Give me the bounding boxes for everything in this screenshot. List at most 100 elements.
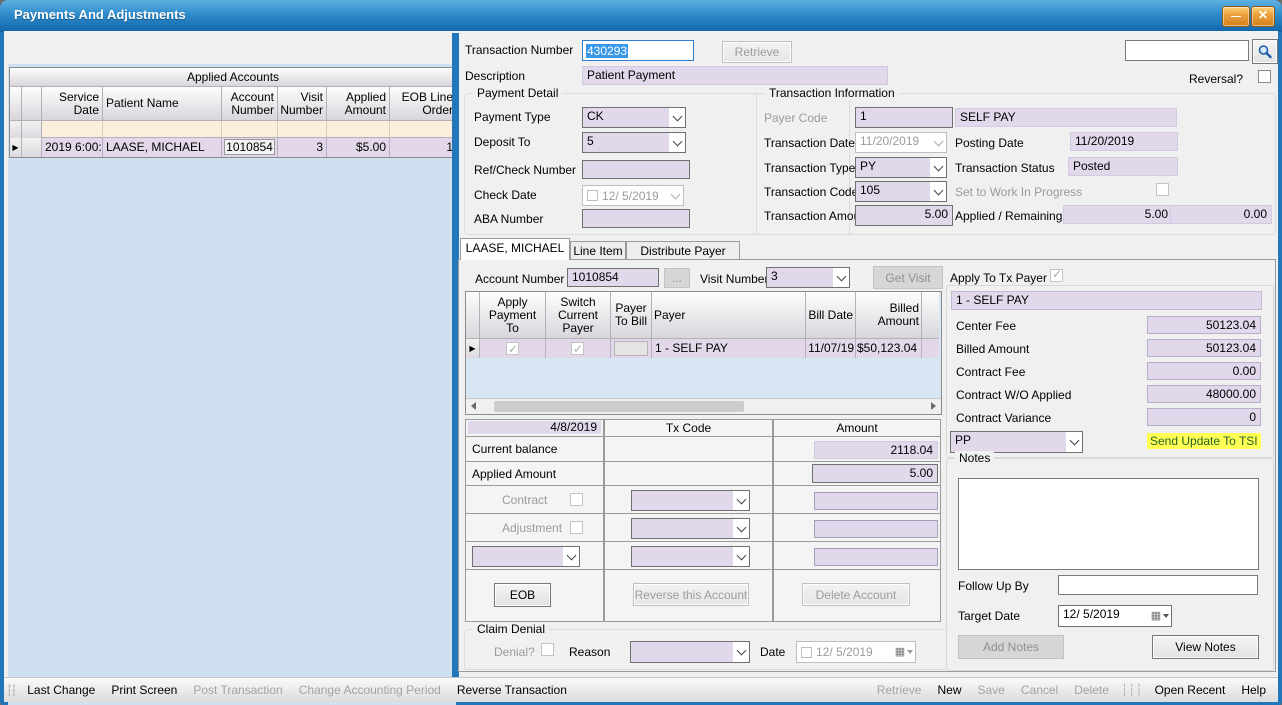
col-account-number[interactable]: Account Number: [222, 87, 278, 121]
close-icon: ✕: [1258, 8, 1268, 22]
adjustment-label: Adjustment: [502, 521, 562, 535]
amount-table-txcode-column: Tx Code Reverse this Account: [604, 419, 773, 622]
target-date-picker[interactable]: 12/ 5/2019 ▦: [1058, 605, 1172, 627]
transaction-amount-field[interactable]: 5.00: [855, 205, 953, 226]
transaction-type-combo[interactable]: PY: [855, 157, 947, 178]
table-row[interactable]: ▶ 2019 6:00:00 LAASE, MICHAEL 1010854 3 …: [10, 138, 456, 157]
status-reverse-transaction[interactable]: Reverse Transaction: [449, 683, 575, 697]
contract-amount-field[interactable]: [814, 492, 938, 510]
col-applied-amount[interactable]: Applied Amount: [327, 87, 390, 121]
contract-txcode-combo[interactable]: [631, 490, 750, 511]
contract-variance-field: 0: [1147, 408, 1261, 426]
search-input[interactable]: [1125, 40, 1249, 61]
adjustment-amount-field[interactable]: [814, 520, 938, 538]
contract-wo-applied-label: Contract W/O Applied: [956, 388, 1071, 402]
applied-amount-field[interactable]: 5.00: [812, 464, 938, 483]
contract-label: Contract: [502, 493, 547, 507]
col-payer-to-bill[interactable]: Payer To Bill: [611, 292, 652, 339]
col-patient-name[interactable]: Patient Name: [103, 87, 222, 121]
payer-code-combo-value: PP: [951, 432, 1066, 452]
adjustment-txcode-combo[interactable]: [631, 518, 750, 539]
status-open-recent[interactable]: Open Recent: [1147, 683, 1234, 697]
ref-check-number-field[interactable]: [582, 160, 690, 179]
status-last-change[interactable]: Last Change: [19, 683, 103, 697]
visit-number-combo[interactable]: 3: [766, 267, 850, 288]
reverse-account-button: Reverse this Account: [633, 583, 749, 606]
chevron-down-icon: [566, 550, 576, 560]
row-selector-icon: ▶: [10, 138, 22, 157]
transaction-code-combo[interactable]: 105: [855, 181, 947, 202]
tab-line-item[interactable]: Line Item: [570, 241, 626, 260]
cell-service-date: 2019 6:00:00: [42, 138, 103, 157]
denial-date-value: 12/ 5/2019: [816, 645, 873, 659]
status-help[interactable]: Help: [1233, 683, 1278, 697]
reversal-label: Reversal?: [1189, 72, 1243, 86]
transaction-date-value: 11/20/2019: [856, 133, 930, 152]
transaction-number-input[interactable]: 430293: [582, 40, 694, 61]
deposit-to-combo[interactable]: 5: [582, 132, 686, 153]
minimize-button[interactable]: —: [1222, 6, 1250, 27]
chevron-down-icon: [933, 136, 943, 146]
transaction-number-value: 430293: [586, 44, 628, 58]
aba-number-label: ABA Number: [474, 212, 543, 226]
status-save: Save: [970, 683, 1013, 697]
view-notes-button[interactable]: View Notes: [1152, 635, 1259, 659]
col-eob-line-order[interactable]: EOB Line Order: [390, 87, 456, 121]
search-button[interactable]: [1252, 39, 1278, 64]
chevron-down-icon: [1163, 614, 1169, 618]
chevron-down-icon: [736, 646, 746, 656]
denial-date-label: Date: [760, 645, 785, 659]
transaction-information-title: Transaction Information: [765, 86, 899, 100]
horizontal-scrollbar[interactable]: [466, 398, 941, 414]
payments-adjustments-window: Payments And Adjustments — ✕ Applied Acc…: [0, 0, 1282, 705]
calendar-icon: ▦: [1151, 611, 1161, 622]
remaining-field: 0.00: [1170, 205, 1272, 224]
description-field[interactable]: Patient Payment: [582, 66, 888, 85]
status-new[interactable]: New: [929, 683, 969, 697]
close-button[interactable]: ✕: [1251, 6, 1275, 27]
chevron-down-icon: [907, 650, 913, 654]
extra-txcode-combo[interactable]: [631, 546, 750, 567]
check-date-picker: 12/ 5/2019: [582, 185, 684, 206]
status-retrieve: Retrieve: [869, 683, 930, 697]
search-icon: [1257, 44, 1273, 60]
minimize-icon: —: [1231, 11, 1241, 22]
eob-button[interactable]: EOB: [494, 583, 551, 607]
filter-row[interactable]: [10, 121, 456, 138]
applied-accounts-panel: Applied Accounts Service Date Patient Na…: [8, 64, 456, 705]
denial-reason-combo[interactable]: [630, 641, 750, 663]
payer-to-bill-cell: [614, 341, 648, 356]
reversal-checkbox[interactable]: [1258, 70, 1271, 83]
status-print-screen[interactable]: Print Screen: [103, 683, 185, 697]
title-bar: Payments And Adjustments — ✕: [0, 0, 1282, 32]
status-bar: ┆┆ Last Change Print Screen Post Transac…: [4, 677, 1278, 702]
transaction-date-picker: 11/20/2019: [855, 132, 947, 153]
tab-distribute-payer[interactable]: Distribute Payer: [626, 241, 740, 260]
tab-patient[interactable]: LAASE, MICHAEL: [460, 238, 570, 260]
applied-field: 5.00: [1063, 205, 1173, 224]
aba-number-field[interactable]: [582, 209, 690, 228]
payer-row[interactable]: ▶ ✓ ✓ 1 - SELF PAY 11/07/19 $50,123.04: [466, 339, 941, 358]
visit-number-label: Visit Number: [700, 272, 768, 286]
check-date-label: Check Date: [474, 188, 537, 202]
payer-code-combo[interactable]: PP: [950, 431, 1083, 453]
col-payer[interactable]: Payer: [652, 292, 806, 339]
notes-textarea[interactable]: [958, 478, 1259, 570]
follow-up-by-input[interactable]: [1058, 575, 1258, 595]
col-bill-date[interactable]: Bill Date: [806, 292, 856, 339]
col-apply-payment-to[interactable]: Apply Payment To: [480, 292, 546, 339]
extra-row-combo[interactable]: [472, 546, 580, 567]
payment-type-combo[interactable]: CK: [582, 107, 686, 128]
extra-amount-field[interactable]: [814, 548, 938, 566]
account-number-field[interactable]: 1010854: [567, 268, 659, 287]
col-billed-amount[interactable]: Billed Amount: [856, 292, 922, 339]
payer-code-field[interactable]: 1: [855, 107, 953, 128]
scrollbar-thumb[interactable]: [494, 401, 744, 412]
scroll-right-arrow[interactable]: [926, 399, 941, 413]
send-update-tsi-link[interactable]: Send Update To TSI: [1147, 433, 1261, 449]
scroll-left-arrow[interactable]: [466, 399, 481, 413]
col-service-date[interactable]: Service Date: [42, 87, 103, 121]
contract-checkbox: [570, 493, 583, 506]
col-switch-current-payer[interactable]: Switch Current Payer: [546, 292, 611, 339]
col-visit-number[interactable]: Visit Number: [278, 87, 327, 121]
